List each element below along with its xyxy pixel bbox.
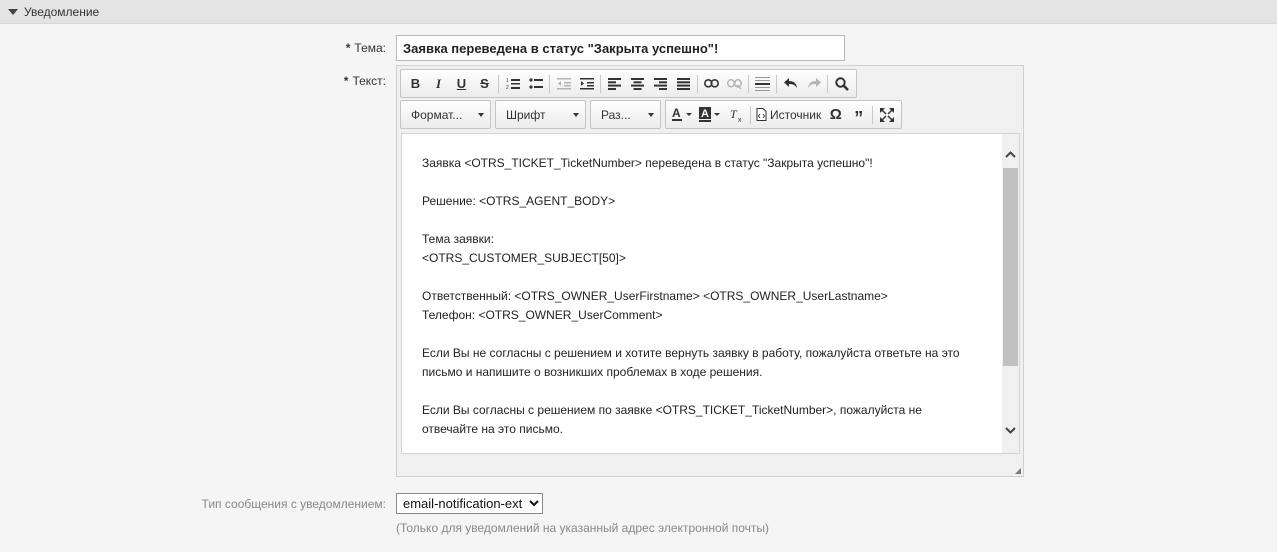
source-label: Источник (770, 107, 822, 122)
toolbar-group: B I U S 12 (400, 69, 857, 98)
toolbar-separator (498, 74, 499, 93)
italic-icon[interactable]: I (427, 72, 450, 95)
link-icon[interactable] (700, 72, 723, 95)
resize-grip-icon[interactable] (1015, 468, 1021, 474)
background-color-icon[interactable]: A (697, 103, 725, 126)
format-dropdown[interactable]: Формат... (400, 100, 491, 129)
toolbar-separator (750, 105, 751, 124)
outdent-icon[interactable] (552, 72, 575, 95)
toolbar-separator (827, 74, 828, 93)
size-dropdown-label: Раз... (601, 107, 631, 122)
toolbar-separator (600, 74, 601, 93)
editor-body-text[interactable]: Заявка <OTRS_TICKET_TicketNumber> переве… (422, 154, 992, 439)
body-line: отвечайте на это письмо. (422, 422, 563, 436)
section-header[interactable]: Уведомление (0, 0, 1277, 24)
subject-input[interactable] (396, 35, 845, 61)
collapse-arrow-icon[interactable] (8, 8, 18, 15)
toolbar-row-2: Формат... Шрифт Раз... A A Tx Источник Ω… (400, 100, 903, 129)
toolbar-group: A A Tx Источник Ω ” (665, 100, 903, 129)
message-type-select[interactable]: email-notification-ext (396, 493, 543, 514)
font-dropdown-label: Шрифт (506, 107, 546, 122)
scroll-down-icon[interactable] (1002, 422, 1019, 439)
underline-icon[interactable]: U (450, 72, 473, 95)
message-type-label: Тип сообщения с уведомлением: (201, 497, 386, 511)
chevron-down-icon (648, 112, 654, 117)
bold-icon[interactable]: B (404, 72, 427, 95)
toolbar-separator (549, 74, 550, 93)
required-mark: * (343, 74, 349, 88)
source-icon (756, 108, 767, 121)
body-line: <OTRS_CUSTOMER_SUBJECT[50]> (422, 251, 626, 265)
font-dropdown[interactable]: Шрифт (495, 100, 586, 129)
unlink-icon[interactable] (723, 72, 746, 95)
align-right-icon[interactable] (649, 72, 672, 95)
editor-scrollbar[interactable] (1002, 134, 1019, 453)
svg-text:A: A (672, 107, 681, 120)
toolbar-row-1: B I U S 12 (400, 69, 857, 98)
subject-label: * Тема: (346, 41, 386, 55)
text-label-text: Текст: (352, 74, 386, 88)
svg-text:T: T (730, 108, 738, 121)
body-line: Ответственный: <OTRS_OWNER_UserFirstname… (422, 289, 888, 303)
strikethrough-icon[interactable]: S (473, 72, 496, 95)
svg-text:1: 1 (506, 78, 509, 84)
body-line: Если Вы не согласны с решением и хотите … (422, 346, 960, 360)
align-center-icon[interactable] (626, 72, 649, 95)
body-line: Заявка <OTRS_TICKET_TicketNumber> переве… (422, 156, 873, 170)
format-dropdown-label: Формат... (411, 107, 463, 122)
scrollbar-thumb[interactable] (1003, 168, 1018, 366)
toolbar-separator (872, 105, 874, 124)
chevron-down-icon (573, 112, 579, 117)
editor-content[interactable]: Заявка <OTRS_TICKET_TicketNumber> переве… (401, 133, 1020, 454)
size-dropdown[interactable]: Раз... (590, 100, 661, 129)
blockquote-icon[interactable]: ” (847, 103, 870, 127)
redo-icon[interactable] (802, 72, 825, 95)
rich-text-editor: B I U S 12 Формат... Шрифт Раз... A A T … (396, 65, 1024, 477)
indent-icon[interactable] (575, 72, 598, 95)
remove-format-icon[interactable]: Tx (725, 103, 748, 126)
align-left-icon[interactable] (603, 72, 626, 95)
svg-text:A: A (701, 108, 709, 120)
bulleted-list-icon[interactable] (524, 72, 547, 95)
align-justify-icon[interactable] (672, 72, 695, 95)
svg-text:2: 2 (506, 85, 509, 90)
svg-text:x: x (738, 117, 742, 122)
body-line: Если Вы согласны с решением по заявке <O… (422, 403, 922, 417)
section-title: Уведомление (24, 4, 100, 19)
text-color-icon[interactable]: A (669, 103, 697, 126)
source-button[interactable]: Источник (753, 103, 824, 126)
subject-label-text: Тема: (354, 41, 386, 55)
text-label: * Текст: (344, 74, 386, 88)
toolbar-separator (697, 74, 698, 93)
horizontal-line-icon[interactable] (751, 72, 774, 95)
search-icon[interactable] (830, 72, 853, 95)
toolbar-separator (748, 74, 749, 93)
body-line: Решение: <OTRS_AGENT_BODY> (422, 194, 616, 208)
undo-icon[interactable] (779, 72, 802, 95)
chevron-down-icon (478, 112, 484, 117)
body-line: Тема заявки: (422, 232, 494, 246)
toolbar-separator (776, 74, 777, 93)
numbered-list-icon[interactable]: 12 (501, 72, 524, 95)
required-mark: * (345, 41, 351, 55)
scroll-up-icon[interactable] (1002, 146, 1019, 163)
maximize-icon[interactable] (875, 103, 898, 126)
message-type-hint: (Только для уведомлений на указанный адр… (396, 521, 770, 535)
body-line: письмо и напишите о возникших проблемах … (422, 365, 763, 379)
body-line: Телефон: <OTRS_OWNER_UserComment> (422, 308, 663, 322)
special-char-icon[interactable]: Ω (824, 103, 847, 126)
